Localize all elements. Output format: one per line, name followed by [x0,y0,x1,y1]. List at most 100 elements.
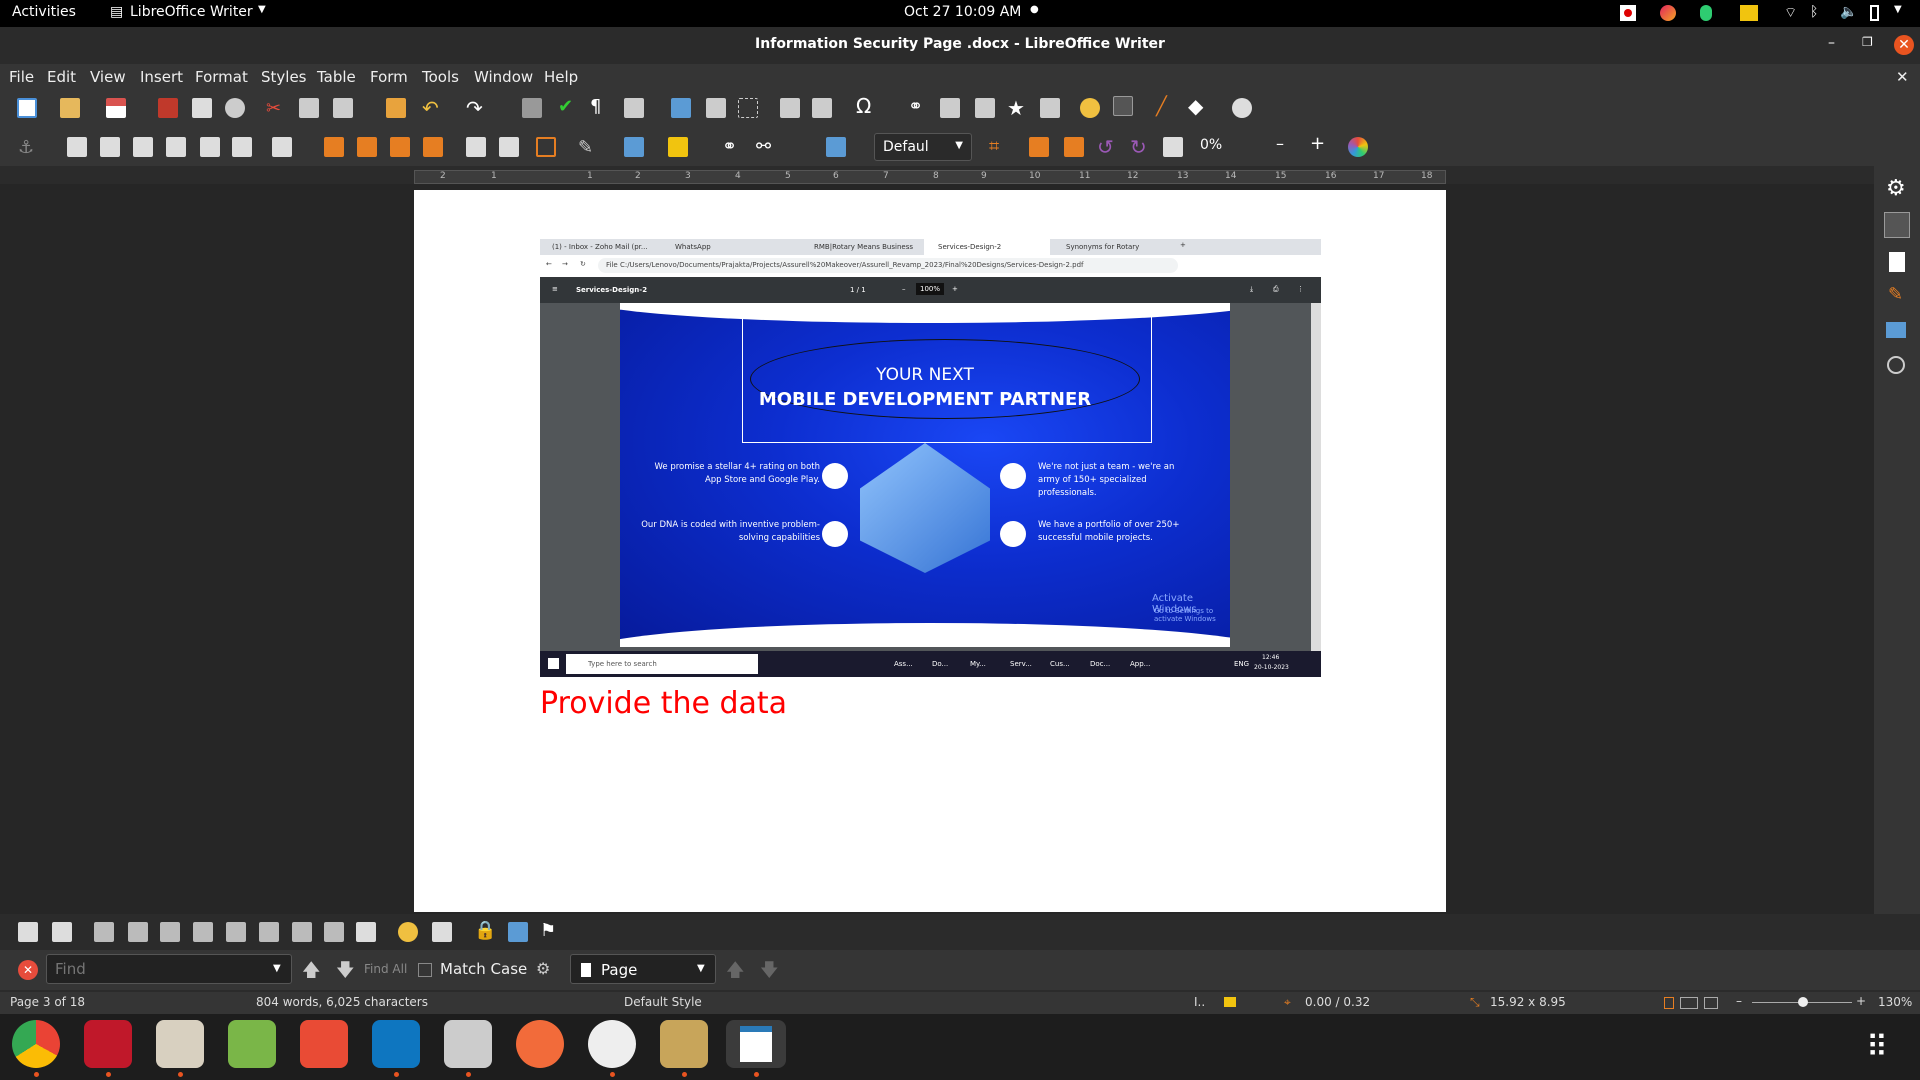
zoom-out-icon[interactable]: – [1736,994,1742,1008]
minimize-icon[interactable]: – [1828,35,1835,51]
special-character-icon[interactable]: Ω [856,94,876,118]
page-wrap-icon[interactable] [100,137,120,157]
insert-field-icon[interactable] [812,98,832,118]
browser-tab[interactable]: WhatsApp [675,243,711,251]
insert-chart-icon[interactable] [706,98,726,118]
menu-help[interactable]: Help [544,68,578,86]
menu-edit[interactable]: Edit [47,68,76,86]
page-count[interactable]: Page 3 of 18 [10,995,85,1009]
find-replace-icon[interactable] [522,98,542,118]
page-break-icon[interactable] [780,98,800,118]
cross-reference-icon[interactable] [1040,98,1060,118]
tray-drop-icon[interactable] [1700,5,1712,21]
menu-file[interactable]: File [9,68,34,86]
increase-icon[interactable]: + [1310,133,1325,154]
signature-icon[interactable]: ⚑ [540,920,560,941]
activities-button[interactable]: Activities [12,4,76,20]
copy-icon[interactable] [299,98,319,118]
record-changes-icon[interactable] [52,922,72,942]
save-icon[interactable] [106,98,126,118]
match-case-checkbox[interactable] [418,963,432,977]
download-icon[interactable]: ⤓ [1250,285,1253,294]
borders-icon[interactable] [536,137,556,157]
pencil-app-icon[interactable] [516,1020,564,1068]
compare-document-icon[interactable] [324,922,344,942]
rotate-right-icon[interactable]: ↻ [1130,135,1150,159]
taskbar-item[interactable]: My... [970,660,986,668]
formatting-marks-icon[interactable]: ¶ [590,96,610,117]
gallery-icon[interactable] [1886,322,1906,338]
insert-table-icon[interactable] [624,98,644,118]
find-next-icon[interactable]: 🡇 [336,958,355,988]
tray-notes-icon[interactable] [1740,5,1758,21]
taskbar-item[interactable]: Do... [932,660,948,668]
insert-image-icon[interactable] [671,98,691,118]
browser-tab[interactable]: (1) - Inbox - Zoho Mail (pr... [552,243,648,251]
bluetooth-icon[interactable]: ᛒ [1810,4,1818,20]
to-background-icon[interactable] [499,137,519,157]
print-icon[interactable]: ⎙ [1273,285,1279,294]
embedded-screenshot-image[interactable]: (1) - Inbox - Zoho Mail (pr... WhatsApp … [540,239,1321,677]
open-folder-icon[interactable] [60,98,80,118]
footnote-icon[interactable] [940,98,960,118]
print-preview-icon[interactable] [225,98,245,118]
image-filter-icon[interactable] [826,137,846,157]
to-foreground-icon[interactable] [466,137,486,157]
multi-page-view-icon[interactable] [1680,997,1698,1009]
clock[interactable]: Oct 27 10:09 AM [904,4,1021,20]
draw-functions-icon[interactable] [1232,98,1252,118]
back-icon[interactable]: ← [546,260,552,268]
find-all-button[interactable]: Find All [364,962,407,976]
menu-window[interactable]: Window [474,68,533,86]
browser-tab-active[interactable]: Services-Design-2 [924,239,1050,255]
new-tab-icon[interactable]: + [1180,241,1186,249]
book-view-icon[interactable] [1704,997,1718,1009]
menu-insert[interactable]: Insert [140,68,183,86]
previous-element-icon[interactable]: 🡅 [726,958,745,988]
next-element-icon[interactable]: 🡇 [760,958,779,988]
zoom-slider-thumb[interactable] [1798,997,1808,1007]
send-to-back-icon[interactable] [423,137,443,157]
styles-icon[interactable]: ✎ [1888,284,1903,305]
align-objects-icon[interactable] [272,137,292,157]
flip-vertical-icon[interactable] [1029,137,1049,157]
accept-all-icon[interactable] [226,922,246,942]
hyperlink-icon[interactable]: ⚭ [908,96,928,117]
downloads-icon[interactable] [660,1020,708,1068]
horizontal-ruler[interactable]: 2 1 1 2 3 4 5 6 7 8 9 10 11 12 13 14 15 … [414,170,1446,184]
new-document-icon[interactable] [17,98,37,118]
paste-icon[interactable] [333,98,353,118]
tray-app-icon[interactable] [1660,5,1676,21]
backward-one-icon[interactable] [390,137,410,157]
clone-formatting-icon[interactable] [386,98,406,118]
find-replace-icon[interactable]: ⚙ [536,959,550,978]
reject-all-icon[interactable] [259,922,279,942]
protect-changes-icon[interactable] [432,922,452,942]
taskbar-item[interactable]: App... [1130,660,1150,668]
menu-table[interactable]: Table [317,68,356,86]
anchor-icon[interactable]: ⚓ [18,137,38,158]
basic-shapes-icon[interactable]: ◆ [1188,94,1208,118]
navigator-icon[interactable] [1887,356,1905,374]
export-pdf-icon[interactable] [158,98,178,118]
volume-icon[interactable]: 🔈 [1840,4,1857,20]
recorder-tray-icon[interactable] [1620,5,1636,21]
endnote-icon[interactable] [975,98,995,118]
forward-icon[interactable]: → [562,260,568,268]
address-bar[interactable]: File C:/Users/Lenovo/Documents/Prajakta/… [598,258,1178,273]
line-style-icon[interactable]: ✎ [578,137,598,158]
calc-icon[interactable] [228,1020,276,1068]
decrease-icon[interactable]: – [1276,134,1284,153]
more-icon[interactable]: ⋮ [1297,285,1304,293]
find-previous-icon[interactable]: 🡅 [302,958,321,988]
color-icon[interactable] [1348,137,1368,157]
maximize-icon[interactable]: ❐ [1862,35,1873,49]
transparency-field[interactable]: 0% [1200,137,1222,153]
merge-document-icon[interactable] [356,922,376,942]
close-find-icon[interactable]: ✕ [18,960,38,980]
wifi-icon[interactable]: ⌔ [1784,4,1797,22]
chrome-icon[interactable] [12,1020,60,1068]
windows-start-icon[interactable] [548,658,559,669]
sidebar-settings-icon[interactable]: ⚙ [1886,176,1906,201]
chevron-down-icon[interactable]: ▼ [273,963,281,974]
